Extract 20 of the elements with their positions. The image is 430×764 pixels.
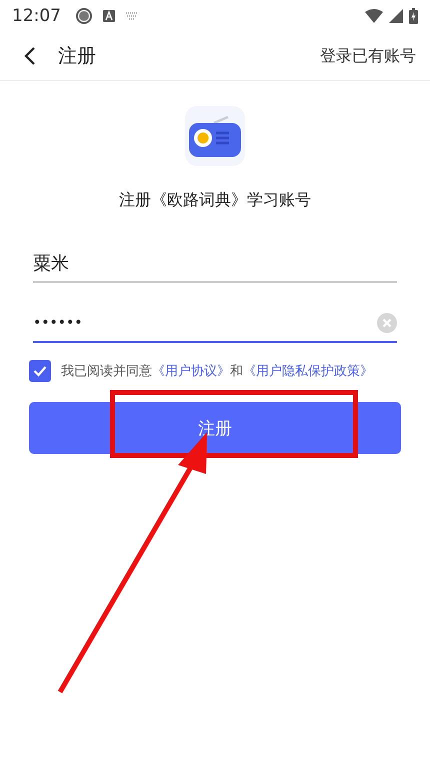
sync-icon — [75, 7, 93, 25]
app-logo-icon — [185, 106, 245, 166]
agree-checkbox[interactable] — [29, 360, 51, 382]
page-title: 注册 — [58, 44, 96, 69]
signup-heading: 注册《欧路词典》学习账号 — [119, 190, 311, 211]
check-icon — [33, 365, 47, 377]
username-field[interactable]: 粟米 — [33, 245, 397, 283]
privacy-policy-link[interactable]: 《用户隐私保护政策》 — [243, 364, 373, 379]
login-link[interactable]: 登录已有账号 — [320, 46, 416, 66]
keyboard-icon — [125, 12, 139, 20]
battery-icon — [409, 8, 418, 24]
signal-icon — [389, 9, 403, 23]
agreement-text: 我已阅读并同意《用户协议》和《用户隐私保护政策》 — [61, 363, 373, 380]
user-agreement-link[interactable]: 《用户协议》 — [152, 364, 230, 379]
password-field[interactable]: •••••• — [33, 305, 397, 343]
keyboard-app-icon — [103, 10, 115, 22]
status-time: 12:07 — [12, 6, 61, 26]
wifi-icon — [365, 9, 383, 23]
back-icon — [24, 46, 36, 66]
register-button[interactable]: 注册 — [29, 402, 401, 454]
